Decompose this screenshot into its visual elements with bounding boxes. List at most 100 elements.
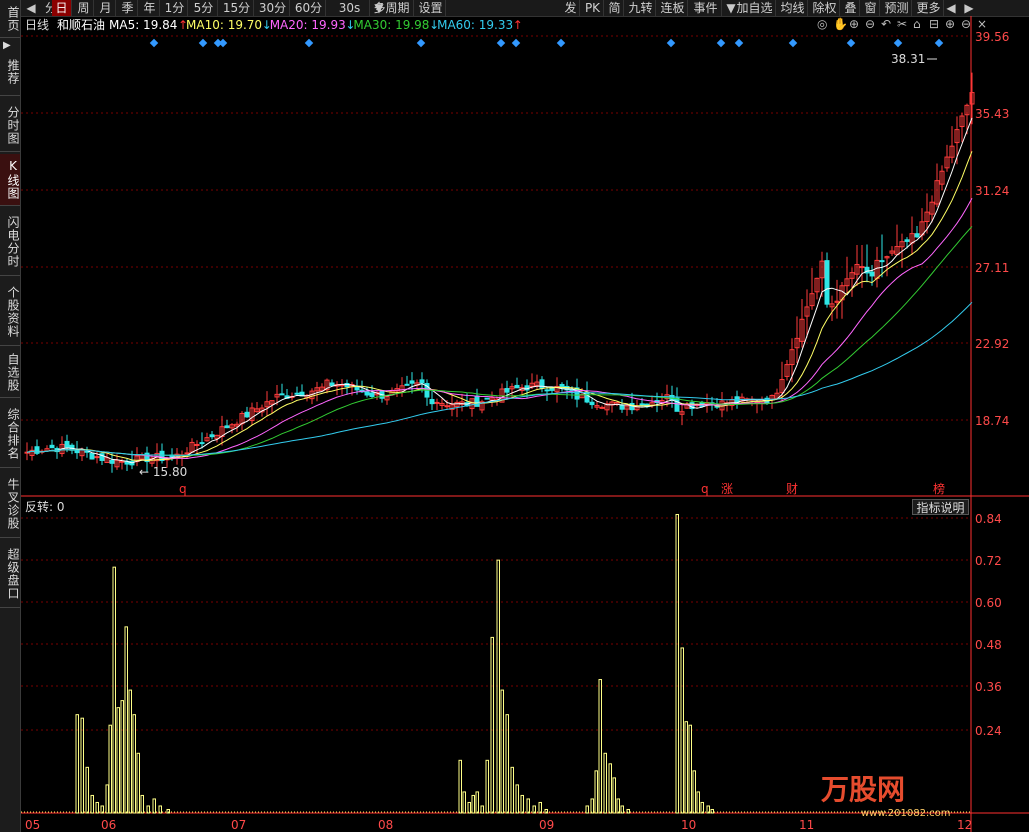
chart-tool-icon-7: ⊟ [929,17,939,31]
period-tab-4[interactable]: 季 [118,0,138,16]
candle-body [199,442,205,445]
event-diamond-icon[interactable] [846,38,856,48]
period-dropdown-icon[interactable]: ▼ [372,0,386,16]
sidebar-item-1[interactable]: 推荐 [0,48,20,96]
toolbar-back-icon[interactable]: ◀ [24,0,38,16]
indicator-bar [603,752,607,814]
indicator-bar [132,714,136,814]
event-diamond-icon[interactable] [416,38,426,48]
period-tab-6[interactable]: 1分 [162,0,188,16]
period-tab-8[interactable]: 15分 [220,0,254,16]
indicator-bar [80,717,84,814]
period-tab-5[interactable]: 年 [140,0,160,16]
sidebar-item-3[interactable]: K线图 [0,154,20,206]
tool-button-0[interactable]: 发 [562,0,580,16]
indicator-bar [510,766,514,814]
toolbar-left-icon[interactable]: ◀ [944,0,958,16]
sidebar-item-5[interactable]: 个股资料 [0,278,20,346]
price-tick-label: 18.74 [975,414,1009,428]
event-diamond-icon[interactable] [304,38,314,48]
chart-tool-icon-1: ✋ [833,17,848,31]
period-label: 日线 [25,18,49,32]
period-tab-3[interactable]: 月 [96,0,116,16]
indicator-bar [696,791,700,814]
event-diamond-icon[interactable] [893,38,903,48]
indicator-bar [496,559,500,814]
stock-name: 和顺石油 [57,18,105,32]
event-diamond-icon[interactable] [934,38,944,48]
ma-value-ma60: MA60: 19.33 [437,18,513,32]
event-marker-3: 财 [786,482,798,496]
event-diamond-icon[interactable] [149,38,159,48]
candle-body [914,233,920,238]
indicator-help-button[interactable]: 指标说明 [912,499,969,515]
ma20-line [26,197,973,460]
tool-button-9[interactable]: 叠 [842,0,860,16]
event-dropdown-icon[interactable]: ▼ [724,0,738,16]
time-tick-label: 07 [231,818,246,832]
tool-button-3[interactable]: 九转 [626,0,656,16]
period-tab-2[interactable]: 周 [74,0,94,16]
tool-button-8[interactable]: 除权 [810,0,840,16]
indicator-bar [598,679,602,814]
period-tab-11[interactable]: 30s [330,0,370,16]
indicator-bar [128,689,132,814]
ma-value-ma10: MA10: 19.70 [186,18,262,32]
indicator-bar [105,784,109,814]
sidebar-item-8[interactable]: 牛叉诊股 [0,470,20,538]
tool-button-7[interactable]: 均线 [778,0,808,16]
tool-button-1[interactable]: PK [582,0,604,16]
candle-body [244,411,250,418]
candle-body [904,239,910,242]
period-tab-10[interactable]: 60分 [292,0,326,16]
chart-tool-icon-5: ✂ [897,17,907,31]
ma-value-ma20: MA20: 19.93 [270,18,346,32]
tool-button-12[interactable]: 更多 [914,0,944,16]
time-tick-label: 08 [378,818,393,832]
price-tick-label: 22.92 [975,337,1009,351]
sidebar-item-7[interactable]: 综合排名 [0,400,20,468]
indicator-bar [616,798,620,814]
candle-body [429,399,435,405]
event-diamond-icon[interactable] [716,38,726,48]
candle-body [419,379,425,384]
collapse-arrow-icon[interactable]: ▶ [3,40,11,51]
sidebar-item-4[interactable]: 闪电分时 [0,208,20,276]
period-tab-13[interactable]: 设置 [416,0,446,16]
tool-button-4[interactable]: 连板 [658,0,688,16]
ma-value-ma5: MA5: 19.84 [109,18,177,32]
toolbar-right-icon[interactable]: ▶ [962,0,976,16]
tool-button-6[interactable]: 加自选 [734,0,776,16]
sidebar-item-6[interactable]: 自选股 [0,348,20,398]
event-diamond-icon[interactable] [198,38,208,48]
indicator-bar [675,513,679,814]
sidebar-item-0[interactable]: 首页 [0,0,20,38]
sidebar-item-2[interactable]: 分时图 [0,100,20,152]
sidebar-item-9[interactable]: 超级盘口 [0,540,20,608]
event-diamond-icon[interactable] [511,38,521,48]
indicator-bar [112,566,116,814]
event-diamond-icon[interactable] [496,38,506,48]
candle-body [504,388,510,393]
event-diamond-icon[interactable] [788,38,798,48]
period-tab-9[interactable]: 30分 [256,0,290,16]
candle-body [109,459,115,464]
chart-tool-icon-9: ⊖ [961,17,971,31]
candle-body [404,383,410,386]
tool-button-2[interactable]: 简 [606,0,624,16]
tool-button-5[interactable]: 事件 [690,0,722,16]
indicator-bar [95,801,99,814]
event-diamond-icon[interactable] [556,38,566,48]
time-tick-label: 09 [539,818,554,832]
tool-button-10[interactable]: 窗 [862,0,880,16]
period-tab-7[interactable]: 5分 [190,0,218,16]
event-diamond-icon[interactable] [218,38,228,48]
tool-button-11[interactable]: 预测 [882,0,912,16]
period-tab-1[interactable]: 日 [52,0,72,16]
kline-chart-area[interactable]: 39.56 35.43 31.24 27.11 22.92 18.74 日线 和顺石油 MA5:… [21,16,1029,832]
indicator-tick-label: 0.36 [975,680,1002,694]
event-diamond-icon[interactable] [666,38,676,48]
event-diamond-icon[interactable] [734,38,744,48]
indicator-bar [692,770,696,814]
indicator-bar [526,798,530,814]
